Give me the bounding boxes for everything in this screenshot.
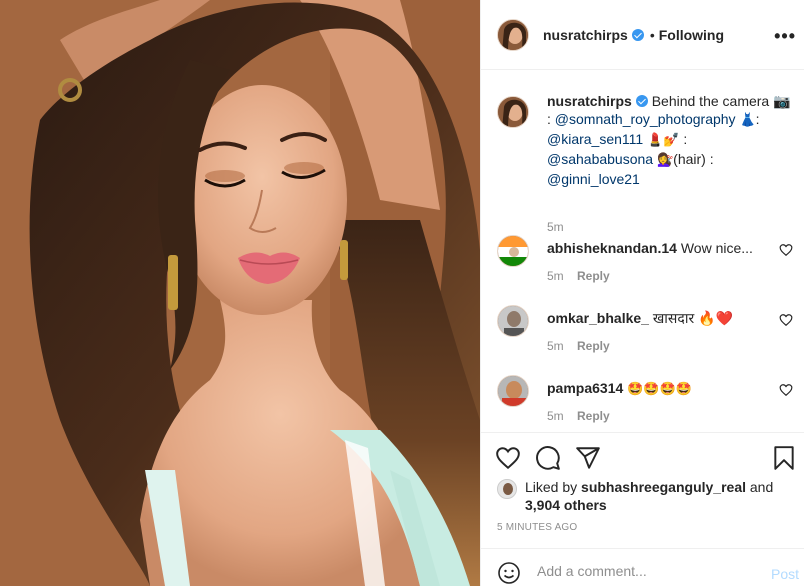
post-panel: nusratchirps • Following ••• nusratchirp… (480, 0, 804, 586)
comment-body: Wow nice... (680, 240, 753, 256)
add-comment-bar: Post (481, 548, 804, 586)
portrait-image (0, 0, 480, 586)
post-comment-button[interactable]: Post (771, 566, 799, 582)
comment-text: omkar_bhalke_ खासदार 🔥❤️ (547, 309, 767, 327)
comment-item: abhisheknandan.14 Wow nice... 5m Reply (497, 235, 797, 295)
smile-icon[interactable] (497, 561, 521, 585)
caption-separator: : (547, 111, 551, 127)
comment-timestamp[interactable]: 5m (547, 269, 564, 283)
caption-separator: : (755, 111, 760, 127)
bookmark-icon[interactable] (771, 445, 797, 471)
caption-text: nusratchirps Behind the camera 📷 : @somn… (547, 92, 797, 188)
comment-timestamp[interactable]: 5m (547, 339, 564, 353)
share-icon[interactable] (575, 445, 601, 471)
mention-hair[interactable]: @sahababusona (547, 151, 653, 167)
author-avatar[interactable] (497, 18, 529, 51)
mention-makeup[interactable]: @kiara_sen111 (547, 131, 643, 147)
mention-styling[interactable]: @ginni_love21 (547, 171, 640, 187)
reply-button[interactable]: Reply (577, 269, 610, 283)
commenter-avatar[interactable] (497, 305, 529, 337)
liker-username[interactable]: subhashreeganguly_real (581, 479, 746, 495)
comment-body: खासदार 🔥❤️ (652, 310, 733, 326)
comment-text: pampa6314 🤩🤩🤩🤩 (547, 379, 767, 399)
comments-list: nusratchirps Behind the camera 📷 : @somn… (481, 70, 804, 432)
likes-others-link[interactable]: 3,904 others (525, 497, 607, 513)
dress-emoji: 👗 (739, 113, 756, 128)
comment-like-heart-icon[interactable] (779, 313, 793, 327)
post-photo[interactable] (0, 0, 480, 586)
post-header: nusratchirps • Following ••• (481, 0, 804, 70)
comment-text: abhisheknandan.14 Wow nice... (547, 239, 767, 257)
likes-prefix: Liked by (525, 479, 578, 495)
comment-icon[interactable] (535, 445, 561, 471)
commenter-username[interactable]: pampa6314 (547, 380, 623, 396)
comment-item: pampa6314 🤩🤩🤩🤩 5m Reply (497, 375, 797, 432)
comment-body: 🤩🤩🤩🤩 (627, 382, 692, 397)
heart-icon[interactable] (495, 445, 521, 471)
liker-avatar[interactable] (497, 479, 517, 499)
caption-timestamp[interactable]: 5m (547, 220, 564, 234)
commenter-avatar[interactable] (497, 235, 529, 267)
commenter-avatar[interactable] (497, 375, 529, 407)
commenter-username[interactable]: abhisheknandan.14 (547, 240, 677, 256)
comment-input[interactable] (537, 563, 757, 579)
likes-text: Liked by subhashreeganguly_real and 3,90… (525, 478, 795, 514)
caption-avatar[interactable] (497, 96, 529, 128)
comment-meta: 5m Reply (547, 409, 610, 423)
commenter-username[interactable]: omkar_bhalke_ (547, 310, 649, 326)
post-timestamp[interactable]: 5 MINUTES AGO (497, 522, 577, 533)
comment-meta: 5m Reply (547, 269, 610, 283)
comment-meta: 5m Reply (547, 339, 610, 353)
following-button[interactable]: Following (659, 27, 724, 43)
header-separator: • (649, 26, 655, 43)
comment-like-heart-icon[interactable] (779, 383, 793, 397)
hair-emoji: 💇‍♀️ (656, 153, 674, 168)
hair-label: (hair) : (673, 151, 714, 167)
comment-like-heart-icon[interactable] (779, 243, 793, 257)
caption-username[interactable]: nusratchirps (547, 93, 632, 109)
caption-intro: Behind the camera 📷 (651, 93, 791, 109)
reply-button[interactable]: Reply (577, 339, 610, 353)
reply-button[interactable]: Reply (577, 409, 610, 423)
verified-badge-icon (635, 95, 648, 107)
comment-timestamp[interactable]: 5m (547, 409, 564, 423)
comment-item: omkar_bhalke_ खासदार 🔥❤️ 5m Reply (497, 305, 797, 365)
more-icon[interactable]: ••• (774, 26, 796, 47)
caption-separator: : (683, 131, 688, 147)
likes-conjunction: and (749, 479, 774, 495)
makeup-emoji: 💄💅 (647, 133, 680, 148)
verified-badge-icon (631, 28, 644, 41)
action-bar (481, 432, 804, 476)
author-username[interactable]: nusratchirps (543, 27, 628, 43)
mention-photographer[interactable]: @somnath_roy_photography (555, 111, 736, 127)
